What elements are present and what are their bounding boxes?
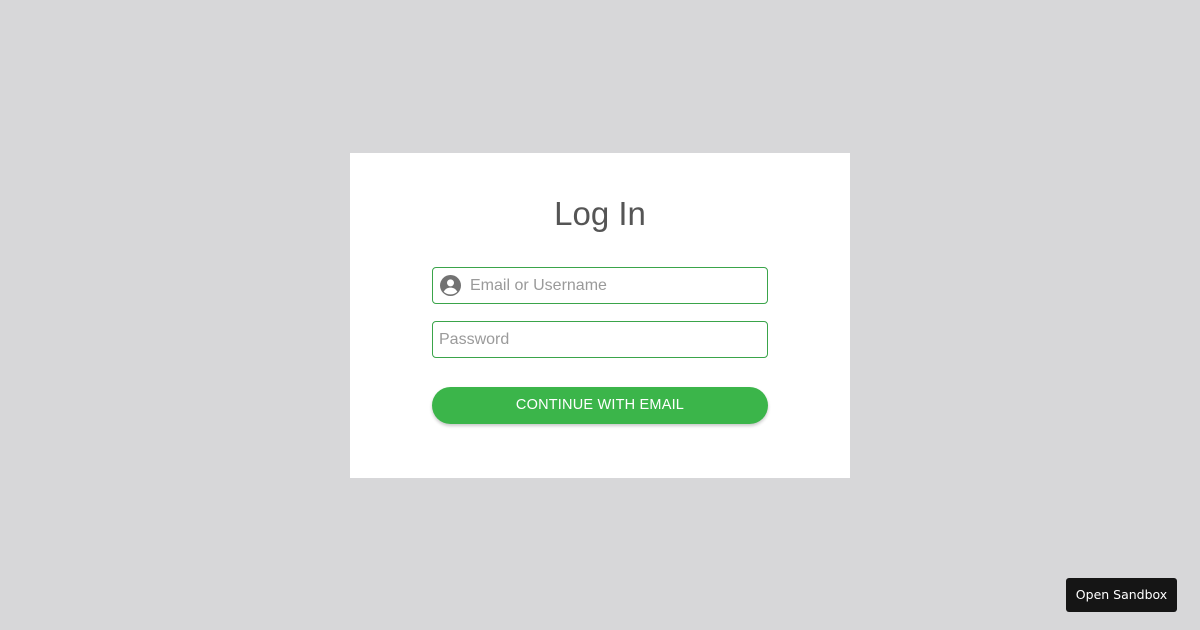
password-input[interactable] xyxy=(439,322,767,357)
open-sandbox-button[interactable]: Open Sandbox xyxy=(1066,578,1177,612)
continue-with-email-button[interactable]: CONTINUE WITH EMAIL xyxy=(432,387,768,424)
username-input[interactable] xyxy=(470,268,767,303)
password-field[interactable] xyxy=(432,321,768,358)
page-title: Log In xyxy=(554,195,646,232)
user-circle-icon xyxy=(440,275,461,296)
login-card: Log In CONTINUE WITH EMAIL xyxy=(350,153,850,478)
username-field[interactable] xyxy=(432,267,768,304)
